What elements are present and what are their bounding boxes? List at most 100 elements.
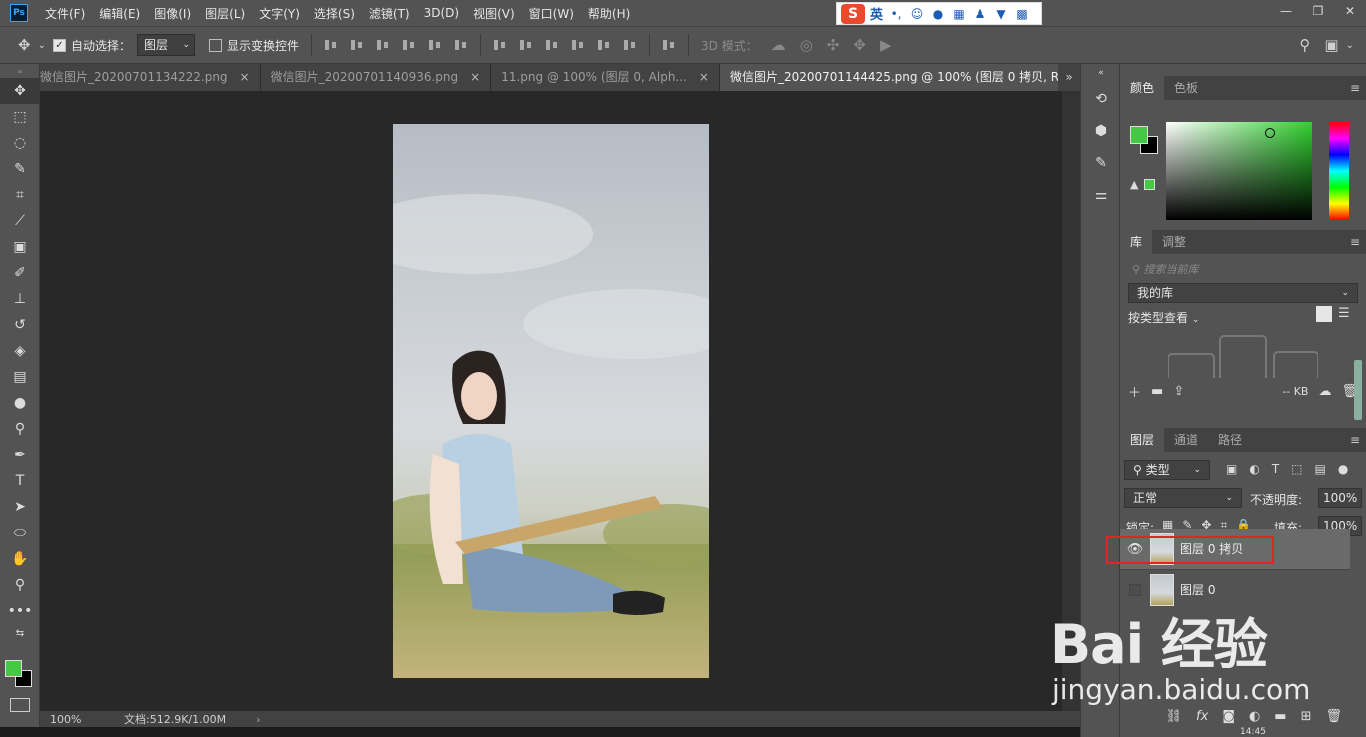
- history-brush-tool[interactable]: ↺: [0, 312, 40, 338]
- menu-filter[interactable]: 滤镜(T): [362, 5, 417, 22]
- library-select[interactable]: 我的库 ⌄: [1128, 283, 1358, 303]
- close-icon[interactable]: ×: [470, 64, 480, 91]
- menu-window[interactable]: 窗口(W): [522, 5, 581, 22]
- gradient-tool[interactable]: ▤: [0, 364, 40, 390]
- distribute-left-icon[interactable]: [569, 38, 587, 52]
- color-picker-cursor[interactable]: [1265, 128, 1275, 138]
- adjustment-layer-icon[interactable]: ◐: [1249, 709, 1260, 724]
- grid-view-icon[interactable]: [1316, 306, 1332, 322]
- type-tool[interactable]: T: [0, 468, 40, 494]
- view-by-type[interactable]: 按类型查看 ⌄: [1128, 309, 1199, 326]
- search-icon[interactable]: ⚲: [1299, 36, 1310, 54]
- distribute-top-icon[interactable]: [491, 38, 509, 52]
- panel-menu-icon[interactable]: ≡: [1350, 76, 1366, 100]
- close-button[interactable]: ✕: [1334, 0, 1366, 22]
- vertical-scrollbar[interactable]: [1062, 91, 1080, 711]
- hand-tool[interactable]: ✋: [0, 546, 40, 572]
- align-right-icon[interactable]: [452, 38, 470, 52]
- opacity-input[interactable]: 100%: [1318, 488, 1362, 508]
- pen-tool[interactable]: ✒: [0, 442, 40, 468]
- color-fg-swatch[interactable]: [1130, 126, 1148, 144]
- align-hcenter-icon[interactable]: [426, 38, 444, 52]
- layer-row[interactable]: 图层 0: [1120, 569, 1350, 607]
- add-mask-icon[interactable]: ◙: [1222, 709, 1235, 724]
- chevron-down-icon[interactable]: ⌄: [38, 40, 46, 51]
- menu-3d[interactable]: 3D(D): [417, 6, 466, 20]
- color-picker-field[interactable]: [1166, 122, 1312, 220]
- websafe-swatch[interactable]: [1144, 179, 1155, 190]
- shape-tool[interactable]: ⬭: [0, 520, 40, 546]
- link-layers-icon[interactable]: ⛓: [1166, 709, 1183, 724]
- fx-icon[interactable]: fx: [1196, 709, 1208, 724]
- distribute-bottom-icon[interactable]: [543, 38, 561, 52]
- doc-tab[interactable]: 微信图片_20200701134222.png ×: [40, 64, 261, 91]
- panel-menu-icon[interactable]: ≡: [1350, 428, 1366, 452]
- document-image[interactable]: [393, 124, 709, 678]
- lasso-tool[interactable]: ◌: [0, 130, 40, 156]
- tab-layers[interactable]: 图层: [1120, 428, 1165, 452]
- workspace-chevron-icon[interactable]: ⌄: [1346, 40, 1354, 51]
- move-tool[interactable]: ✥: [0, 78, 40, 104]
- panel-scrollbar[interactable]: [1354, 360, 1362, 420]
- crop-tool[interactable]: ⌗: [0, 182, 40, 208]
- quick-select-tool[interactable]: ✎: [0, 156, 40, 182]
- auto-select-dropdown[interactable]: 图层 ⌄: [136, 34, 195, 56]
- layer-name[interactable]: 图层 0: [1180, 570, 1215, 610]
- menu-file[interactable]: 文件(F): [38, 5, 92, 22]
- 3d-pan-icon[interactable]: ✣: [827, 36, 840, 54]
- dodge-tool[interactable]: ⚲: [0, 416, 40, 442]
- layer-filter-dropdown[interactable]: ⚲ 类型 ⌄: [1124, 460, 1210, 480]
- doc-tab[interactable]: 微信图片_20200701140936.png ×: [260, 64, 492, 91]
- quick-mask-icon[interactable]: [10, 698, 30, 712]
- minimize-button[interactable]: —: [1270, 0, 1302, 22]
- filter-shape-icon[interactable]: ⬚: [1291, 462, 1302, 476]
- eraser-tool[interactable]: ◈: [0, 338, 40, 364]
- move-tool-icon[interactable]: ✥: [18, 36, 31, 54]
- clone-stamp-tool[interactable]: ⊥: [0, 286, 40, 312]
- swap-colors-icon[interactable]: ⇆: [0, 624, 40, 642]
- visibility-toggle[interactable]: [1120, 570, 1150, 610]
- brush-settings-icon[interactable]: ✎: [1081, 150, 1121, 176]
- distribute-hcenter-icon[interactable]: [595, 38, 613, 52]
- skin-icon[interactable]: ▼: [993, 6, 1009, 22]
- zoom-level[interactable]: 100%: [40, 713, 88, 726]
- filter-toggle-icon[interactable]: ●: [1338, 462, 1348, 476]
- menu-edit[interactable]: 编辑(E): [92, 5, 147, 22]
- tab-color[interactable]: 颜色: [1120, 76, 1165, 100]
- filter-pixel-icon[interactable]: ▣: [1226, 462, 1237, 476]
- align-left-icon[interactable]: [400, 38, 418, 52]
- emoji-icon[interactable]: ☺: [909, 6, 925, 22]
- ime-mode[interactable]: 英: [870, 4, 883, 23]
- upload-icon[interactable]: ⇪: [1173, 384, 1184, 399]
- menu-view[interactable]: 视图(V): [466, 5, 522, 22]
- distribute-right-icon[interactable]: [621, 38, 639, 52]
- new-layer-icon[interactable]: ⊞: [1301, 709, 1312, 724]
- tabs-overflow-icon[interactable]: »: [1058, 64, 1080, 91]
- menu-help[interactable]: 帮助(H): [581, 5, 637, 22]
- add-icon[interactable]: ＋: [1128, 382, 1141, 401]
- filter-type-icon[interactable]: T: [1272, 462, 1279, 476]
- tab-libraries[interactable]: 库: [1120, 230, 1153, 254]
- auto-align-icon[interactable]: [660, 38, 678, 52]
- path-select-tool[interactable]: ➤: [0, 494, 40, 520]
- filter-adjust-icon[interactable]: ◐: [1249, 462, 1259, 476]
- 3d-panel-icon[interactable]: ⬢: [1081, 118, 1121, 144]
- doc-tab[interactable]: 11.png @ 100% (图层 0, Alph... ×: [491, 64, 720, 91]
- properties-panel-icon[interactable]: ⚌: [1081, 182, 1121, 208]
- warning-icon[interactable]: ▲: [1130, 178, 1138, 191]
- 3d-orbit-icon[interactable]: ☁: [771, 36, 786, 54]
- 3d-roll-icon[interactable]: ◎: [800, 36, 813, 54]
- tab-swatches[interactable]: 色板: [1164, 76, 1208, 100]
- hue-slider[interactable]: [1329, 122, 1349, 220]
- list-view-icon[interactable]: ☰: [1338, 306, 1350, 321]
- 3d-slide-icon[interactable]: ✥: [853, 36, 866, 54]
- folder-icon[interactable]: ▬: [1151, 384, 1163, 399]
- menu-image[interactable]: 图像(I): [147, 5, 198, 22]
- restore-button[interactable]: ❐: [1302, 0, 1334, 22]
- transform-controls-checkbox[interactable]: [208, 38, 222, 52]
- menu-type[interactable]: 文字(Y): [252, 5, 307, 22]
- cloud-sync-icon[interactable]: ☁: [1318, 384, 1331, 399]
- history-panel-icon[interactable]: ⟲: [1081, 86, 1121, 112]
- healing-brush-tool[interactable]: ▣: [0, 234, 40, 260]
- more-tools-icon[interactable]: •••: [0, 598, 40, 624]
